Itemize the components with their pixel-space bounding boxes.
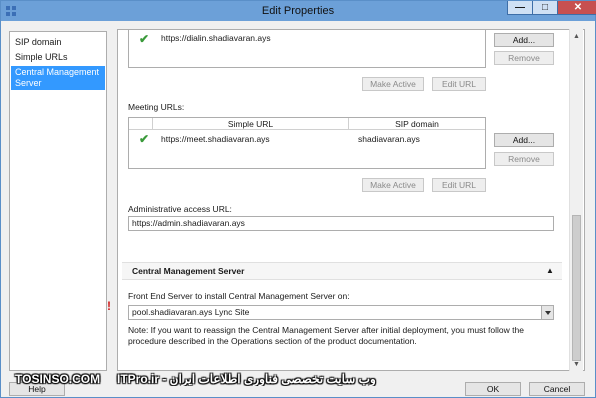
cms-section-header[interactable]: Central Management Server ▲ <box>122 262 562 280</box>
edit-properties-window: Edit Properties — □ ✕ SIP domain Simple … <box>0 0 596 398</box>
close-icon: ✕ <box>573 2 583 13</box>
meeting-url-table[interactable]: Simple URL SIP domain ✔ https://meet.sha… <box>128 117 486 169</box>
maximize-button[interactable]: □ <box>532 1 558 15</box>
scroll-down-icon[interactable]: ▼ <box>571 361 582 369</box>
minimize-button[interactable]: — <box>507 1 533 15</box>
dialin-make-active-button[interactable]: Make Active <box>362 77 424 91</box>
vertical-scrollbar[interactable]: ▲ ▼ <box>569 29 583 371</box>
admin-url-input[interactable]: https://admin.shadiavaran.ays <box>128 216 554 231</box>
chevron-down-icon <box>545 311 551 315</box>
minimize-icon: — <box>515 2 525 13</box>
front-end-server-select[interactable]: pool.shadiavaran.ays Lync Site <box>128 305 554 320</box>
collapse-arrow-icon[interactable]: ▲ <box>546 266 554 275</box>
sidebar-item-central-management-server[interactable]: Central Management Server <box>11 66 105 90</box>
meeting-domain-cell[interactable]: shadiavaran.ays <box>358 134 420 144</box>
window-title: Edit Properties <box>261 5 335 17</box>
dropdown-arrow-icon[interactable] <box>541 306 553 319</box>
sidebar: SIP domain Simple URLs Central Managemen… <box>9 31 107 371</box>
watermark-overlay: TOSINSO.COM وب سایت تخصصی فناوری اطلاعات… <box>1 372 596 386</box>
active-check-icon: ✔ <box>139 32 150 46</box>
dialin-url-list[interactable]: ✔ https://dialin.shadiavaran.ays <box>128 30 486 68</box>
meeting-url-cell[interactable]: https://meet.shadiavaran.ays <box>161 134 270 144</box>
watermark-right: وب سایت تخصصی فناوری اطلاعات ایران - ITP… <box>117 372 376 386</box>
active-check-icon: ✔ <box>139 132 150 146</box>
table-header-sip-domain[interactable]: SIP domain <box>349 118 485 130</box>
sidebar-item-sip-domain[interactable]: SIP domain <box>11 36 105 49</box>
watermark-left: TOSINSO.COM <box>15 372 101 386</box>
close-button[interactable]: ✕ <box>557 1 596 15</box>
meeting-urls-label: Meeting URLs: <box>128 102 185 112</box>
meeting-make-active-button[interactable]: Make Active <box>362 178 424 192</box>
meeting-add-button[interactable]: Add... <box>494 133 554 147</box>
scroll-thumb[interactable] <box>572 215 581 361</box>
meeting-edit-url-button[interactable]: Edit URL <box>432 178 486 192</box>
dialin-remove-button[interactable]: Remove <box>494 51 554 65</box>
front-end-label: Front End Server to install Central Mana… <box>128 291 350 301</box>
table-header-simple-url[interactable]: Simple URL <box>153 118 349 130</box>
error-marker: ! <box>107 299 111 313</box>
dialin-url[interactable]: https://dialin.shadiavaran.ays <box>161 33 271 43</box>
admin-url-label: Administrative access URL: <box>128 204 232 214</box>
meeting-remove-button[interactable]: Remove <box>494 152 554 166</box>
table-header-check <box>129 118 153 130</box>
cms-note: Note: If you want to reassign the Centra… <box>128 325 524 346</box>
sidebar-item-simple-urls[interactable]: Simple URLs <box>11 51 105 64</box>
cms-section-title: Central Management Server <box>132 266 245 276</box>
scroll-up-icon[interactable]: ▲ <box>571 33 582 41</box>
dialin-add-button[interactable]: Add... <box>494 33 554 47</box>
maximize-icon: □ <box>541 2 549 13</box>
front-end-server-value: pool.shadiavaran.ays Lync Site <box>132 307 250 317</box>
content-panel: ✔ https://dialin.shadiavaran.ays Add... … <box>117 29 585 371</box>
dialin-edit-url-button[interactable]: Edit URL <box>432 77 486 91</box>
